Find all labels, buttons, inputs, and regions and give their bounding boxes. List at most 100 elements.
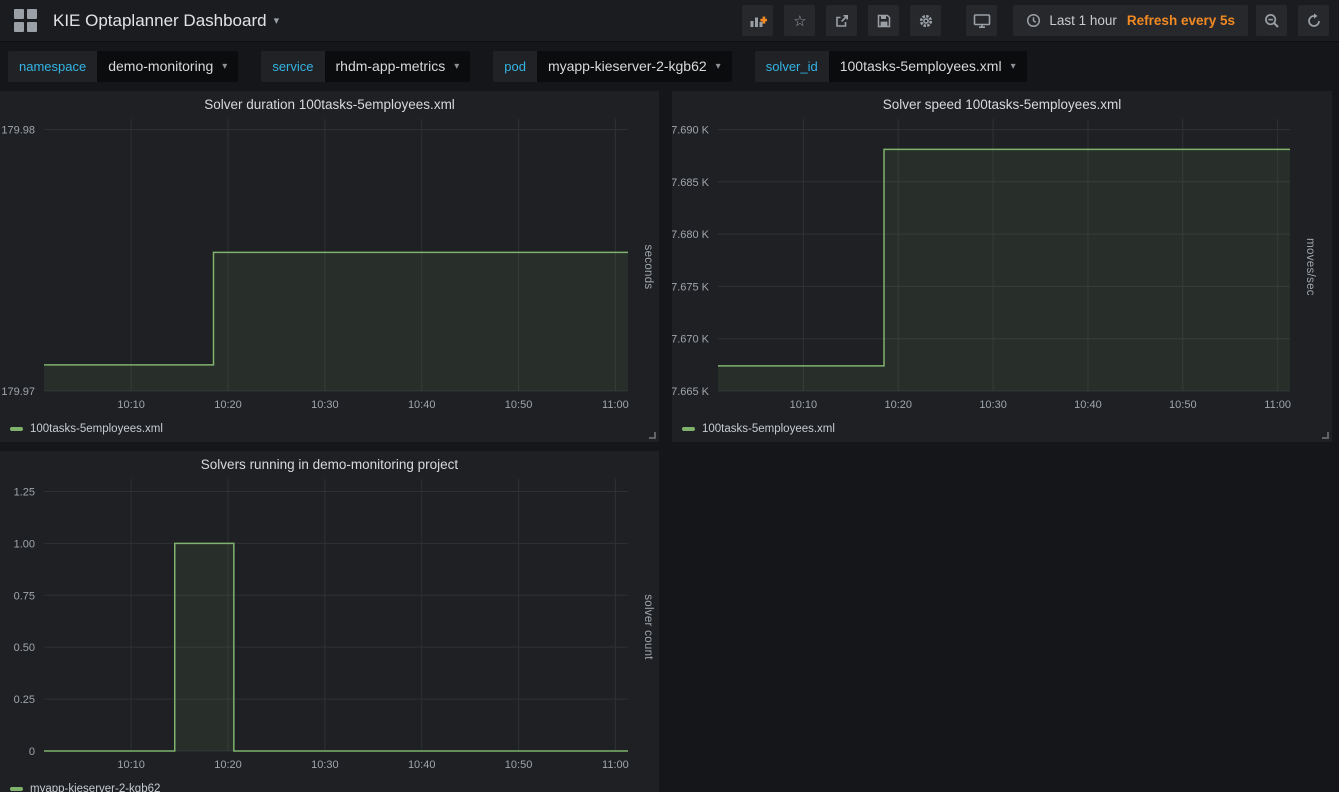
svg-text:7.670 K: 7.670 K (672, 334, 710, 346)
svg-text:7.680 K: 7.680 K (672, 229, 710, 241)
save-button[interactable] (868, 5, 899, 36)
legend-item[interactable]: 100tasks-5employees.xml (682, 423, 835, 435)
refresh-icon (1306, 13, 1322, 29)
variable-service-label: service (261, 51, 324, 82)
svg-text:1.25: 1.25 (14, 486, 35, 498)
variable-service-value: rhdm-app-metrics (336, 58, 446, 74)
template-variables-row: namespace demo-monitoring ▾ service rhdm… (0, 42, 1339, 90)
svg-text:11:00: 11:00 (602, 759, 629, 771)
monitor-icon (973, 13, 991, 29)
variable-namespace: namespace demo-monitoring ▾ (8, 51, 238, 82)
dashboards-grid-icon[interactable] (14, 9, 37, 32)
y-axis-unit-label: seconds (642, 244, 654, 289)
y-axis-unit-label: moves/sec (1304, 238, 1316, 296)
svg-text:7.675 K: 7.675 K (672, 281, 710, 293)
svg-text:0.25: 0.25 (14, 694, 35, 706)
svg-text:10:30: 10:30 (311, 759, 339, 771)
cycle-view-button[interactable] (966, 5, 997, 36)
dashboard-title[interactable]: KIE Optaplanner Dashboard (53, 11, 267, 31)
panel-resize-handle[interactable] (649, 432, 656, 439)
panel-title[interactable]: Solver duration 100tasks-5employees.xml (0, 97, 659, 112)
panel-solver-speed: Solver speed 100tasks-5employees.xml 10:… (672, 91, 1332, 442)
legend-series-label: myapp-kieserver-2-kgb62 (30, 783, 160, 792)
variable-solver-id-dropdown[interactable]: 100tasks-5employees.xml ▾ (829, 51, 1027, 82)
star-button[interactable]: ☆ (784, 5, 815, 36)
share-icon (834, 13, 850, 29)
chart-canvas-solver-speed[interactable]: 10:10 10:20 10:30 10:40 10:50 11:00 7.690 K 7.6… (672, 91, 1332, 442)
add-panel-button[interactable] (742, 5, 773, 36)
svg-text:10:10: 10:10 (790, 399, 818, 411)
refresh-button[interactable] (1298, 5, 1329, 36)
gear-icon (918, 13, 934, 29)
variable-pod-dropdown[interactable]: myapp-kieserver-2-kgb62 ▾ (537, 51, 732, 82)
variable-namespace-label: namespace (8, 51, 97, 82)
legend-series-label: 100tasks-5employees.xml (30, 423, 163, 435)
svg-text:10:40: 10:40 (408, 399, 436, 411)
share-button[interactable] (826, 5, 857, 36)
panel-title[interactable]: Solvers running in demo-monitoring proje… (0, 457, 659, 472)
svg-text:0: 0 (29, 746, 35, 758)
svg-text:179.98: 179.98 (1, 124, 35, 136)
svg-text:179.97: 179.97 (1, 386, 35, 398)
svg-text:10:20: 10:20 (214, 759, 242, 771)
panel-resize-handle[interactable] (1322, 432, 1329, 439)
svg-text:11:00: 11:00 (602, 399, 629, 411)
clock-icon (1026, 13, 1041, 28)
variable-namespace-value: demo-monitoring (108, 58, 213, 74)
variable-pod: pod myapp-kieserver-2-kgb62 ▾ (493, 51, 731, 82)
svg-text:10:30: 10:30 (311, 399, 339, 411)
variable-namespace-dropdown[interactable]: demo-monitoring ▾ (97, 51, 238, 82)
legend-series-color (682, 427, 695, 431)
variable-pod-value: myapp-kieserver-2-kgb62 (548, 58, 707, 74)
svg-text:0.75: 0.75 (14, 590, 35, 602)
svg-text:10:50: 10:50 (1169, 399, 1197, 411)
panel-solvers-running: Solvers running in demo-monitoring proje… (0, 451, 659, 792)
search-minus-icon (1264, 13, 1280, 29)
panel-solver-duration: Solver duration 100tasks-5employees.xml … (0, 91, 659, 442)
legend-series-color (10, 427, 23, 431)
legend-series-color (10, 787, 23, 791)
svg-text:10:20: 10:20 (884, 399, 912, 411)
chevron-down-icon: ▾ (454, 61, 459, 72)
variable-solver-id-label: solver_id (755, 51, 829, 82)
svg-text:10:30: 10:30 (979, 399, 1007, 411)
chart-canvas-solver-duration[interactable]: 10:10 10:20 10:30 10:40 10:50 11:00 179.98 179.… (0, 91, 659, 442)
svg-text:11:00: 11:00 (1264, 399, 1291, 411)
legend-series-label: 100tasks-5employees.xml (702, 423, 835, 435)
legend-item[interactable]: 100tasks-5employees.xml (10, 423, 163, 435)
refresh-interval-label: Refresh every 5s (1127, 13, 1235, 28)
variable-solver-id-value: 100tasks-5employees.xml (840, 58, 1002, 74)
svg-text:10:40: 10:40 (408, 759, 436, 771)
settings-button[interactable] (910, 5, 941, 36)
zoom-out-button[interactable] (1256, 5, 1287, 36)
svg-text:10:10: 10:10 (117, 759, 145, 771)
time-range-picker[interactable]: Last 1 hour Refresh every 5s (1013, 5, 1248, 36)
y-axis-unit-label: solver count (642, 594, 654, 660)
svg-text:0.50: 0.50 (14, 642, 35, 654)
svg-text:7.685 K: 7.685 K (672, 177, 710, 189)
chart-canvas-solvers-running[interactable]: 10:10 10:20 10:30 10:40 10:50 11:00 1.25 1.00 0.… (0, 451, 659, 792)
svg-text:10:40: 10:40 (1074, 399, 1102, 411)
svg-text:10:20: 10:20 (214, 399, 242, 411)
navbar-actions: ☆ (731, 5, 1329, 36)
variable-solver-id: solver_id 100tasks-5employees.xml ▾ (755, 51, 1027, 82)
chevron-down-icon: ▾ (1011, 61, 1016, 72)
title-caret-icon[interactable]: ▾ (274, 14, 280, 27)
variable-service-dropdown[interactable]: rhdm-app-metrics ▾ (325, 51, 471, 82)
star-icon: ☆ (793, 12, 806, 30)
panel-title[interactable]: Solver speed 100tasks-5employees.xml (672, 97, 1332, 112)
chevron-down-icon: ▾ (222, 61, 227, 72)
save-icon (876, 13, 892, 29)
svg-text:10:10: 10:10 (117, 399, 145, 411)
legend-item[interactable]: myapp-kieserver-2-kgb62 (10, 783, 160, 792)
dashboard-grid: Solver duration 100tasks-5employees.xml … (0, 91, 1339, 792)
svg-text:7.690 K: 7.690 K (672, 124, 710, 136)
svg-text:1.00: 1.00 (14, 538, 35, 550)
svg-text:7.665 K: 7.665 K (672, 386, 710, 398)
chevron-down-icon: ▾ (716, 61, 721, 72)
time-range-label: Last 1 hour (1049, 13, 1117, 28)
variable-service: service rhdm-app-metrics ▾ (261, 51, 470, 82)
svg-text:10:50: 10:50 (505, 399, 533, 411)
svg-text:10:50: 10:50 (505, 759, 533, 771)
variable-pod-label: pod (493, 51, 537, 82)
